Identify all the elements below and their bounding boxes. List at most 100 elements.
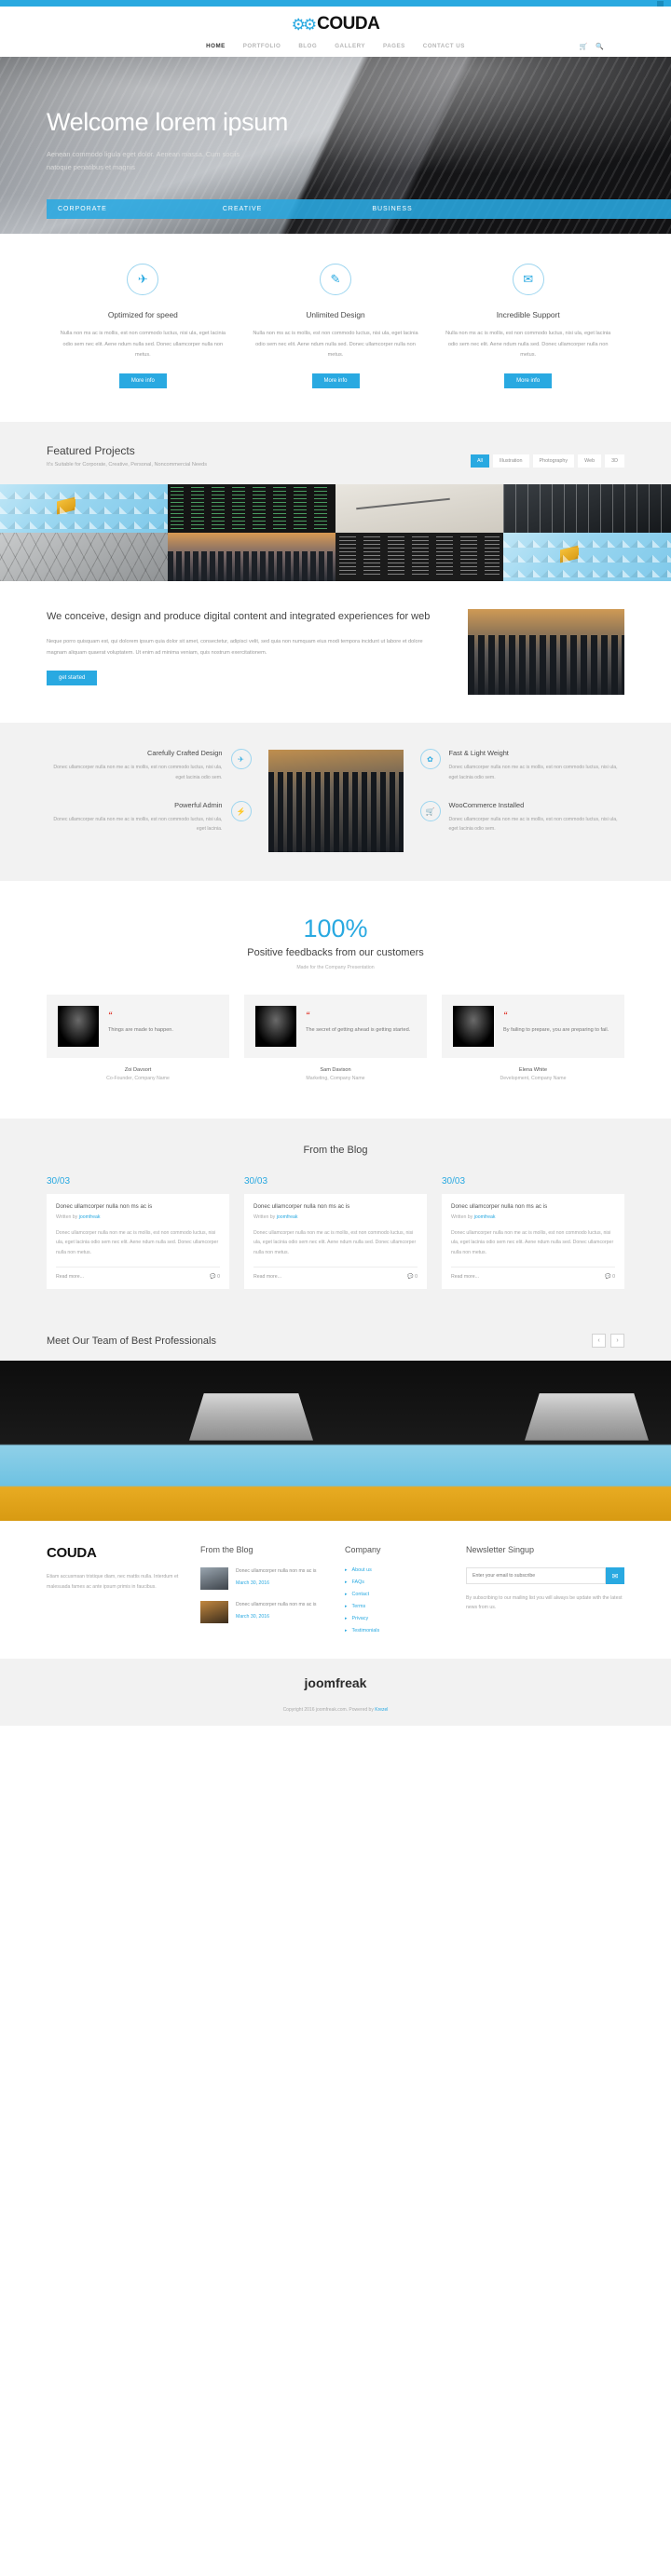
nav-item-gallery[interactable]: GALLERY — [335, 43, 365, 49]
footer-link-contact[interactable]: Contact — [345, 1592, 447, 1597]
newsletter-text: By subscribing to our mailing list you w… — [466, 1595, 623, 1611]
portfolio-item[interactable] — [0, 533, 168, 582]
send-icon[interactable]: ✉ — [606, 1567, 624, 1585]
footer-link-faqs[interactable]: FAQs — [345, 1579, 447, 1585]
comment-count[interactable]: 💬 0 — [407, 1274, 418, 1280]
footer-link-about-us[interactable]: About us — [345, 1567, 447, 1573]
avatar — [255, 1005, 296, 1047]
nav-item-portfolio[interactable]: PORTFOLIO — [243, 43, 281, 49]
search-icon[interactable]: 🔍 — [596, 43, 604, 50]
footer-company-column: Company About us FAQs Contact Terms Priv… — [345, 1545, 447, 1640]
service-text: Nulla non ms ac is mollis, est non commo… — [445, 331, 611, 359]
quote-icon: “ — [503, 1010, 508, 1020]
hero-tag-creative[interactable]: CREATIVE — [223, 206, 263, 212]
footer-post-title[interactable]: Donec ullamcorper nulla non ms ac is — [236, 1567, 317, 1577]
footer-link-testimonials[interactable]: Testimonials — [345, 1628, 447, 1634]
filter-photography[interactable]: Photography — [532, 454, 575, 468]
newsletter-form: ✉ — [466, 1567, 624, 1585]
footer-post-title[interactable]: Donec ullamcorper nulla non ms ac is — [236, 1601, 317, 1610]
portfolio-item[interactable] — [168, 533, 336, 582]
comment-count[interactable]: 💬 0 — [605, 1274, 615, 1280]
team-section: Meet Our Team of Best Professionals ‹ › — [0, 1321, 671, 1522]
hero-tag-corporate[interactable]: CORPORATE — [47, 206, 107, 212]
nav-item-blog[interactable]: BLOG — [298, 43, 317, 49]
portfolio-item[interactable] — [503, 484, 671, 534]
filter-3d[interactable]: 3D — [605, 454, 624, 468]
service-text: Nulla non ms ac is mollis, est non commo… — [60, 331, 226, 359]
blog-section: From the Blog 30/03 Donec ullamcorper nu… — [0, 1118, 671, 1322]
portfolio-item[interactable] — [503, 533, 671, 582]
post-author[interactable]: joomfreak — [277, 1214, 298, 1220]
more-info-button[interactable]: More info — [311, 373, 360, 389]
testimonial-author: Zoi Davsort Co-Founder, Company Name — [47, 1067, 229, 1081]
filter-web[interactable]: Web — [578, 454, 602, 468]
author-role: Co-Founder, Company Name — [106, 1075, 170, 1081]
service-card-incredible-support: ✉ Incredible Support Nulla non ms ac is … — [431, 264, 624, 389]
avatar — [58, 1005, 99, 1047]
footer-logo[interactable]: COUDA — [47, 1545, 182, 1561]
blog-post-card[interactable]: 30/03 Donec ullamcorper nulla non ms ac … — [47, 1176, 229, 1290]
services-section: ✈ Optimized for speed Nulla non ms ac is… — [47, 234, 624, 423]
site-footer: COUDA Etiam accusmsan tristique diam, ne… — [0, 1521, 671, 1660]
team-member-card[interactable] — [336, 1361, 503, 1522]
post-byline: Written by joomfreak — [253, 1213, 298, 1220]
footer-link-privacy[interactable]: Privacy — [345, 1616, 447, 1621]
team-member-card[interactable] — [503, 1361, 671, 1522]
post-title[interactable]: Donec ullamcorper nulla non ms ac is — [451, 1203, 615, 1210]
team-carousel — [0, 1361, 671, 1522]
pencil-icon: ✎ — [320, 264, 351, 295]
testimonial-card: “ Things are made to happen. — [47, 994, 229, 1058]
chevron-right-icon[interactable]: › — [610, 1334, 624, 1349]
footer-blog-column: From the Blog Donec ullamcorper nulla no… — [200, 1545, 326, 1640]
post-title[interactable]: Donec ullamcorper nulla non ms ac is — [56, 1203, 220, 1210]
footer-post[interactable]: Donec ullamcorper nulla non ms ac is Mar… — [200, 1567, 326, 1591]
more-info-button[interactable]: More info — [118, 373, 167, 389]
post-title[interactable]: Donec ullamcorper nulla non ms ac is — [253, 1203, 418, 1210]
nav-item-pages[interactable]: PAGES — [383, 43, 405, 49]
copyright-bar: Copyright 2016 joomfreak.com. Powered by… — [0, 1698, 671, 1727]
blog-post-card[interactable]: 30/03 Donec ullamcorper nulla non ms ac … — [442, 1176, 624, 1290]
filter-all[interactable]: All — [470, 454, 489, 468]
post-author[interactable]: joomfreak — [79, 1214, 101, 1220]
cart-icon[interactable]: 🛒 — [580, 43, 588, 50]
newsletter-email-input[interactable] — [466, 1567, 606, 1585]
team-member-card[interactable] — [0, 1361, 168, 1522]
feature-fast-light-weight: ✿ Fast & Light Weight Donec ullamcorper … — [419, 749, 625, 782]
post-box: Donec ullamcorper nulla non ms ac is Wri… — [47, 1193, 229, 1290]
team-member-card[interactable] — [168, 1361, 336, 1522]
nav-item-home[interactable]: HOME — [206, 43, 226, 49]
portfolio-item[interactable] — [336, 484, 503, 534]
post-box: Donec ullamcorper nulla non ms ac is Wri… — [442, 1193, 624, 1290]
portfolio-item[interactable] — [168, 484, 336, 534]
header-icons: 🛒 🔍 — [580, 43, 604, 50]
site-header: ⚙⚙ COUDA HOME PORTFOLIO BLOG GALLERY PAG… — [0, 7, 671, 57]
footer-columns: COUDA Etiam accusmsan tristique diam, ne… — [47, 1545, 624, 1640]
footer-link-terms[interactable]: Terms — [345, 1604, 447, 1609]
post-author[interactable]: joomfreak — [474, 1214, 496, 1220]
portfolio-item[interactable] — [336, 533, 503, 582]
service-title: Optimized for speed — [107, 310, 178, 319]
footer-description: Etiam accusmsan tristique diam, nec matt… — [47, 1574, 179, 1590]
avatar — [453, 1005, 494, 1047]
logo[interactable]: ⚙⚙ COUDA — [0, 14, 671, 34]
blog-post-card[interactable]: 30/03 Donec ullamcorper nulla non ms ac … — [244, 1176, 427, 1290]
filter-illustration[interactable]: Illustration — [492, 454, 529, 468]
get-started-button[interactable]: get started — [47, 671, 98, 686]
read-more-link[interactable]: Read more... — [56, 1274, 84, 1280]
powered-by-link[interactable]: Krezel — [375, 1707, 388, 1713]
footer-post[interactable]: Donec ullamcorper nulla non ms ac is Mar… — [200, 1601, 326, 1624]
hero-tag-business[interactable]: BUSINESS — [372, 206, 412, 212]
featured-projects-section: Featured Projects It's Suitable for Corp… — [0, 422, 671, 582]
nav-item-contact-us[interactable]: CONTACT US — [423, 43, 465, 49]
comment-count[interactable]: 💬 0 — [210, 1274, 220, 1280]
read-more-link[interactable]: Read more... — [253, 1274, 281, 1280]
testimonial-card: “ By failing to prepare, you are prepari… — [442, 994, 624, 1058]
cart-icon: 🛒 — [419, 801, 441, 822]
read-more-link[interactable]: Read more... — [451, 1274, 479, 1280]
rocket-icon: ✈ — [127, 264, 159, 295]
team-heading: Meet Our Team of Best Professionals — [47, 1335, 216, 1347]
portfolio-item[interactable] — [0, 484, 168, 534]
chevron-left-icon[interactable]: ‹ — [592, 1334, 606, 1349]
feature-carefully-crafted-design: ✈ Carefully Crafted Design Donec ullamco… — [47, 749, 252, 782]
more-info-button[interactable]: More info — [504, 373, 553, 389]
